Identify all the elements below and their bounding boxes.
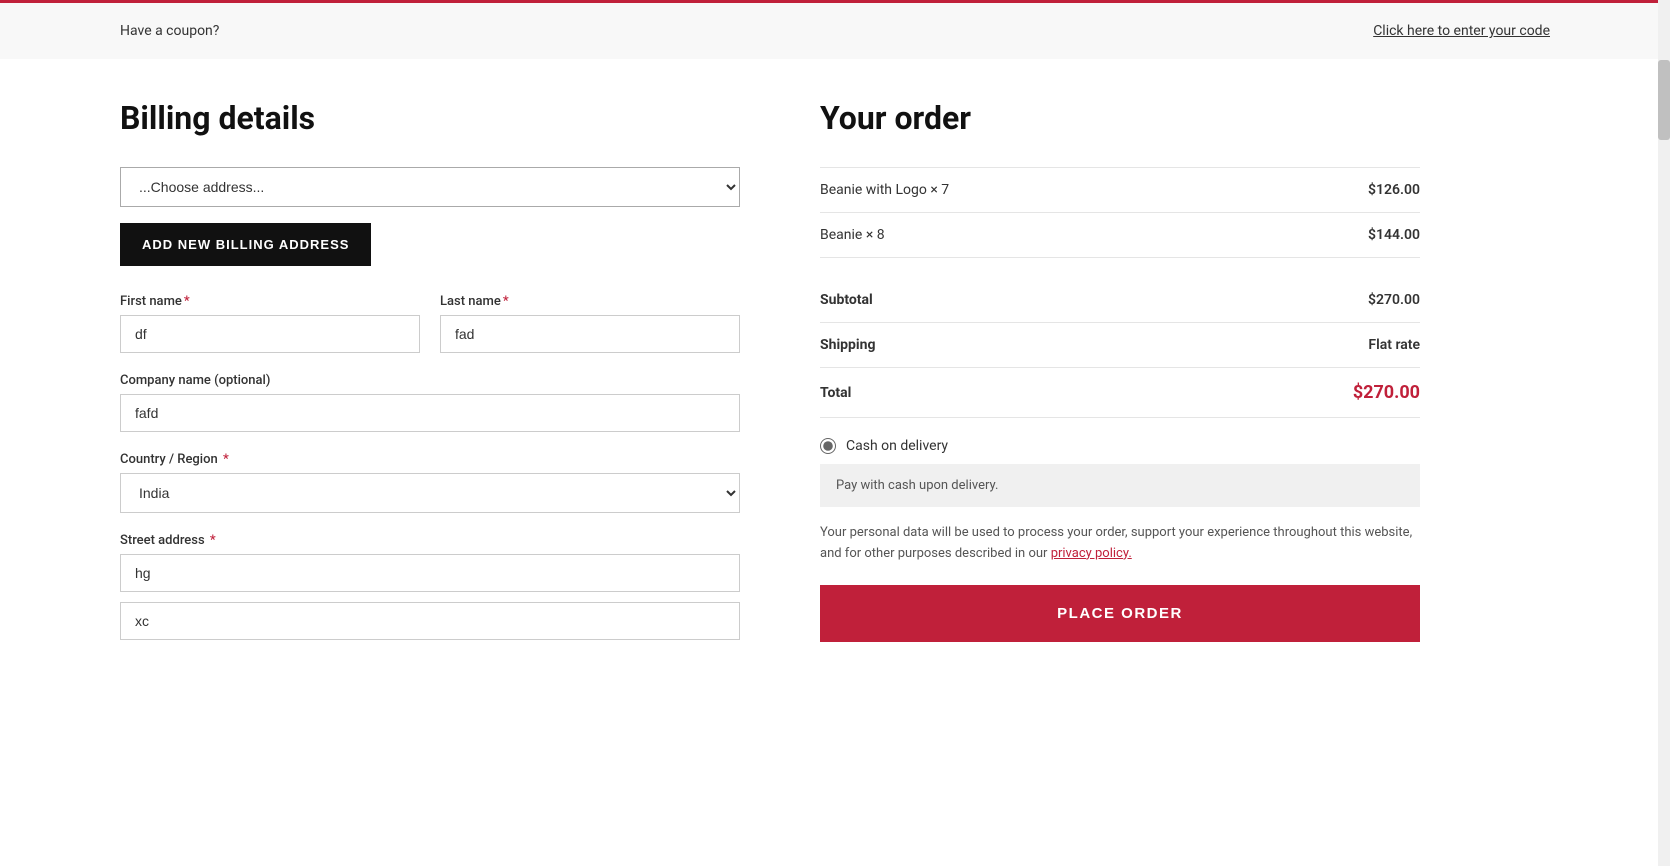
- payment-description: Pay with cash upon delivery.: [820, 464, 1420, 507]
- address-select[interactable]: ...Choose address...: [120, 167, 740, 207]
- scrollbar[interactable]: [1658, 0, 1670, 866]
- name-row: First name* Last name*: [120, 294, 740, 353]
- last-name-input[interactable]: [440, 315, 740, 353]
- coupon-link[interactable]: Click here to enter your code: [1373, 23, 1550, 39]
- order-title: Your order: [820, 99, 1420, 137]
- shipping-row: Shipping Flat rate: [820, 323, 1420, 368]
- subtotal-row: Subtotal $270.00: [820, 278, 1420, 323]
- last-name-label: Last name*: [440, 294, 740, 309]
- order-item-1: Beanie with Logo × 7 $126.00: [820, 167, 1420, 213]
- first-name-input[interactable]: [120, 315, 420, 353]
- billing-section: Billing details ...Choose address... ADD…: [120, 99, 740, 652]
- last-name-group: Last name*: [440, 294, 740, 353]
- order-product-name-2: Beanie × 8: [820, 227, 885, 243]
- company-label: Company name (optional): [120, 373, 740, 388]
- order-price-1: $126.00: [1368, 182, 1420, 198]
- order-table: Beanie with Logo × 7 $126.00 Beanie × 8 …: [820, 167, 1420, 258]
- country-group: Country / Region * India: [120, 452, 740, 513]
- total-label: Total: [820, 385, 851, 401]
- coupon-bar: Have a coupon? Click here to enter your …: [0, 0, 1670, 59]
- payment-section: Cash on delivery Pay with cash upon deli…: [820, 438, 1420, 642]
- street-group: Street address *: [120, 533, 740, 640]
- privacy-notice: Your personal data will be used to proce…: [820, 523, 1420, 565]
- privacy-link[interactable]: privacy policy.: [1051, 546, 1132, 561]
- order-product-name-1: Beanie with Logo × 7: [820, 182, 949, 198]
- first-name-label: First name*: [120, 294, 420, 309]
- shipping-value: Flat rate: [1368, 337, 1420, 353]
- address-select-wrapper: ...Choose address...: [120, 167, 740, 207]
- payment-radio-cod[interactable]: [820, 438, 836, 454]
- payment-label-cod[interactable]: Cash on delivery: [846, 438, 948, 454]
- order-price-2: $144.00: [1368, 227, 1420, 243]
- first-name-group: First name*: [120, 294, 420, 353]
- coupon-text: Have a coupon?: [120, 23, 219, 39]
- country-select[interactable]: India: [120, 473, 740, 513]
- order-section: Your order Beanie with Logo × 7 $126.00 …: [820, 99, 1420, 652]
- payment-option-cod: Cash on delivery: [820, 438, 1420, 454]
- add-billing-button[interactable]: ADD NEW BILLING ADDRESS: [120, 223, 371, 266]
- company-group: Company name (optional): [120, 373, 740, 432]
- total-row: Total $270.00: [820, 368, 1420, 418]
- company-input[interactable]: [120, 394, 740, 432]
- scrollbar-thumb[interactable]: [1658, 60, 1670, 140]
- street-input-1[interactable]: [120, 554, 740, 592]
- country-label: Country / Region *: [120, 452, 740, 467]
- place-order-button[interactable]: PLACE ORDER: [820, 585, 1420, 642]
- billing-title: Billing details: [120, 99, 740, 137]
- subtotal-value: $270.00: [1368, 292, 1420, 308]
- subtotal-label: Subtotal: [820, 292, 873, 308]
- shipping-label: Shipping: [820, 337, 875, 353]
- order-item-2: Beanie × 8 $144.00: [820, 213, 1420, 258]
- street-label: Street address *: [120, 533, 740, 548]
- total-value: $270.00: [1353, 382, 1420, 403]
- main-content: Billing details ...Choose address... ADD…: [0, 99, 1670, 652]
- street-input-2[interactable]: [120, 602, 740, 640]
